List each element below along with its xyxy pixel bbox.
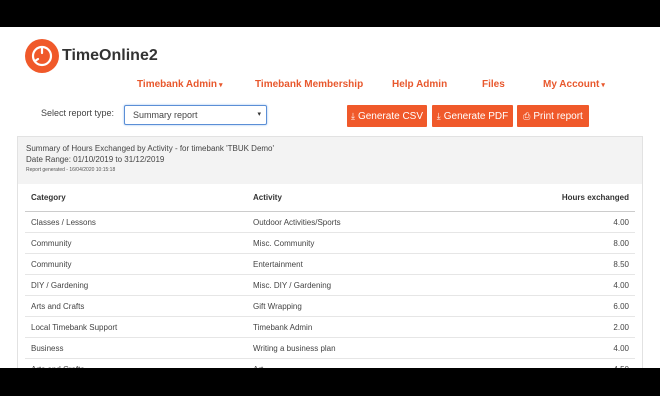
report-header: Summary of Hours Exchanged by Activity -… — [17, 136, 643, 184]
table-row: Community Misc. Community 8.00 — [25, 232, 635, 254]
cell-category: Community — [25, 232, 247, 254]
timeonline-logo-icon — [25, 39, 59, 73]
cell-category: Business — [25, 337, 247, 359]
print-icon: ⎙ — [523, 110, 531, 121]
page: TimeOnline2 Timebank Admin ▾ Timebank Mem… — [0, 27, 660, 368]
nav-help-admin[interactable]: Help Admin — [392, 79, 447, 90]
button-label: Generate PDF — [443, 110, 509, 122]
column-header-category[interactable]: Category — [25, 184, 247, 212]
report-type-select[interactable]: Summary report ▾ — [124, 105, 267, 125]
button-label: Generate CSV — [357, 110, 424, 122]
table-header-row: Category Activity Hours exchanged — [25, 184, 635, 212]
cell-category: Arts and Crafts — [25, 358, 247, 368]
report-generated: Report generated - 16/04/2020 10:15:18 — [26, 167, 116, 173]
cell-activity: Gift Wrapping — [247, 295, 519, 317]
chevron-down-icon: ▾ — [219, 82, 223, 89]
table-row: Arts and Crafts Gift Wrapping 6.00 — [25, 295, 635, 317]
cell-hours: 4.50 — [519, 358, 635, 368]
chevron-down-icon: ▾ — [601, 82, 605, 89]
nav-my-account[interactable]: My Account ▾ — [543, 79, 605, 90]
cell-activity: Misc. Community — [247, 232, 519, 254]
brand-name: TimeOnline2 — [62, 47, 158, 64]
nav-timebank-admin[interactable]: Timebank Admin ▾ — [137, 79, 223, 90]
cell-hours: 6.00 — [519, 295, 635, 317]
cell-hours: 4.00 — [519, 337, 635, 359]
report-type-value: Summary report — [133, 110, 198, 120]
report-table-container[interactable]: Category Activity Hours exchanged Classe… — [17, 184, 643, 368]
cell-activity: Outdoor Activities/Sports — [247, 211, 519, 233]
cell-hours: 8.50 — [519, 253, 635, 275]
cell-hours: 4.00 — [519, 211, 635, 233]
nav-label: My Account — [543, 79, 600, 90]
cell-hours: 2.00 — [519, 316, 635, 338]
print-report-button[interactable]: ⎙ Print report — [517, 105, 589, 127]
cell-category: Local Timebank Support — [25, 316, 247, 338]
cell-category: DIY / Gardening — [25, 274, 247, 296]
nav-timebank-membership[interactable]: Timebank Membership — [255, 79, 363, 90]
download-icon: ⤓ — [350, 110, 355, 121]
download-icon: ⤓ — [436, 110, 441, 121]
cell-category: Classes / Lessons — [25, 211, 247, 233]
cell-hours: 4.00 — [519, 274, 635, 296]
cell-activity: Misc. DIY / Gardening — [247, 274, 519, 296]
cell-activity: Writing a business plan — [247, 337, 519, 359]
table-row: Classes / Lessons Outdoor Activities/Spo… — [25, 211, 635, 233]
main-nav: Timebank Admin ▾ Timebank Membership Help… — [0, 79, 660, 93]
cell-activity: Timebank Admin — [247, 316, 519, 338]
column-header-activity[interactable]: Activity — [247, 184, 519, 212]
table-row: Arts and Crafts Art 4.50 — [25, 358, 635, 368]
generate-csv-button[interactable]: ⤓ Generate CSV — [347, 105, 427, 127]
cell-activity: Entertainment — [247, 253, 519, 275]
chevron-down-icon: ▾ — [257, 111, 261, 118]
report-date-range: Date Range: 01/10/2019 to 31/12/2019 — [26, 155, 165, 164]
table-row: Community Entertainment 8.50 — [25, 253, 635, 275]
generate-pdf-button[interactable]: ⤓ Generate PDF — [432, 105, 513, 127]
cell-hours: 8.00 — [519, 232, 635, 254]
cell-category: Community — [25, 253, 247, 275]
cell-category: Arts and Crafts — [25, 295, 247, 317]
table-row: Local Timebank Support Timebank Admin 2.… — [25, 316, 635, 338]
report-type-label: Select report type: — [41, 108, 115, 118]
cell-activity: Art — [247, 358, 519, 368]
table-row: DIY / Gardening Misc. DIY / Gardening 4.… — [25, 274, 635, 296]
button-label: Print report — [533, 110, 583, 122]
report-title: Summary of Hours Exchanged by Activity -… — [26, 144, 275, 153]
brand-logo[interactable]: TimeOnline2 — [25, 39, 158, 73]
report-table: Category Activity Hours exchanged Classe… — [25, 184, 635, 368]
nav-files[interactable]: Files — [482, 79, 505, 90]
nav-label: Timebank Admin — [137, 79, 218, 90]
table-row: Business Writing a business plan 4.00 — [25, 337, 635, 359]
column-header-hours[interactable]: Hours exchanged — [519, 184, 635, 212]
